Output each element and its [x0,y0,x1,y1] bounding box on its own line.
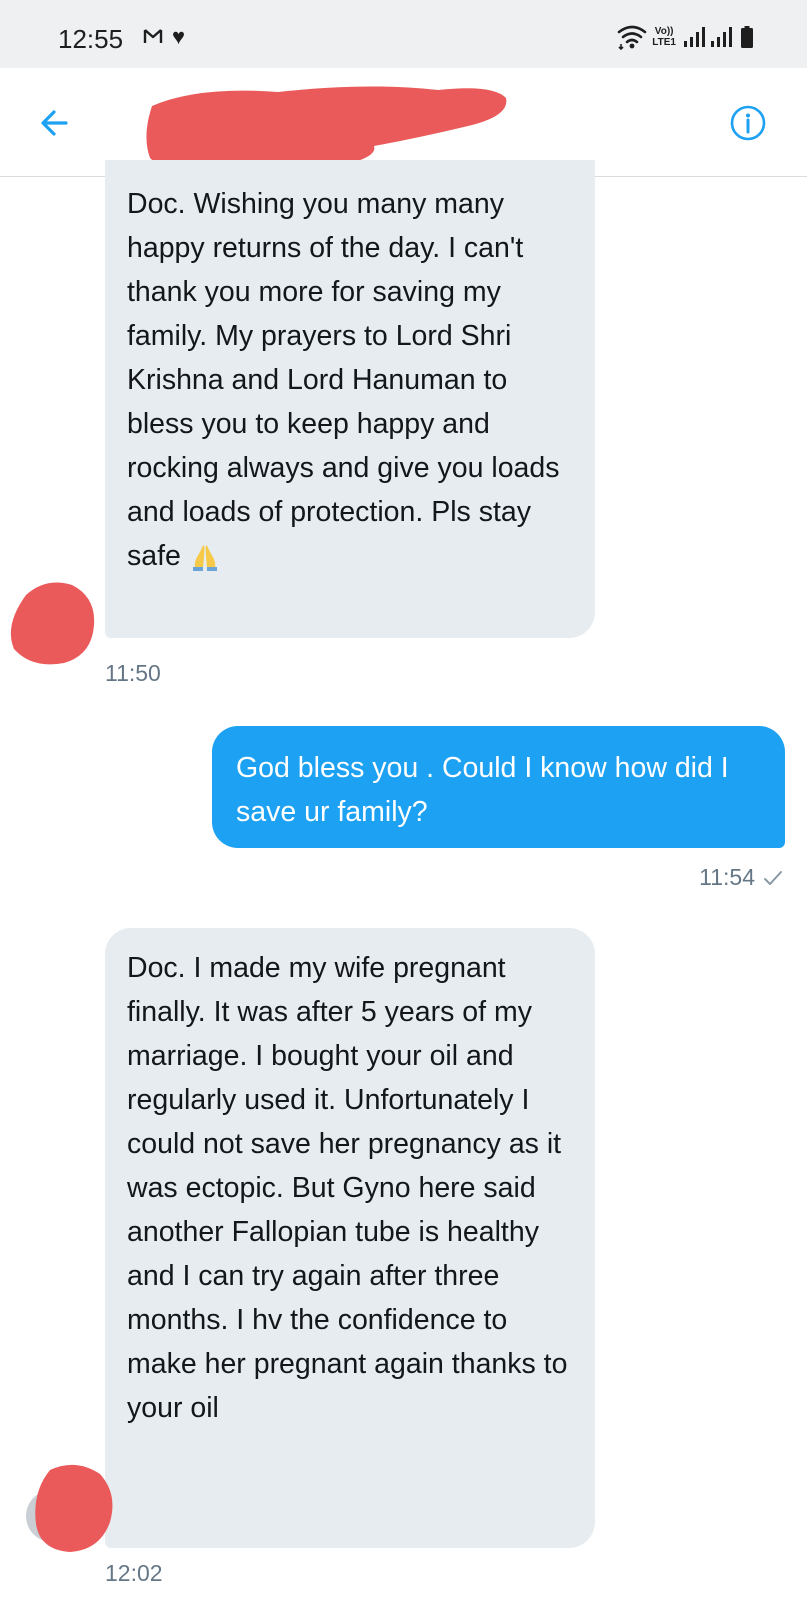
message-bubble-incoming[interactable]: Doc. Wishing you many many happy returns… [105,160,595,638]
status-icons: Vo)) LTE1 [617,22,753,52]
message-timestamp: 11:50 [105,660,161,686]
message-timestamp: 11:54 [699,864,755,890]
message-timestamp-row: 11:54 [699,864,783,891]
status-time: 12:55 [58,24,124,54]
check-icon [764,870,782,885]
redacted-avatar [10,582,95,665]
battery-icon [741,26,753,48]
volte-bottom-label: LTE1 [652,37,676,48]
message-text: Doc. Wishing you many many happy returns… [127,188,560,572]
heart-icon: ♥ [172,24,186,49]
gmail-icon [143,29,163,43]
arrow-left-icon[interactable] [36,104,74,142]
signal-icon [684,27,705,47]
message-bubble-outgoing[interactable]: God bless you . Could I know how did I s… [212,726,785,848]
status-bar: 12:55 ♥ Vo)) LTE1 [0,0,807,68]
message-timestamp: 12:02 [105,1560,163,1586]
message-text: God bless you . Could I know how did I s… [236,752,729,828]
message-text: Doc. I made my wife pregnant finally. It… [127,952,568,1424]
volte-icon: Vo)) LTE1 [652,26,676,48]
volte-top-label: Vo)) [654,26,674,37]
folded-hands-emoji [189,540,221,571]
redacted-avatar [26,1464,113,1552]
wifi-icon [617,25,647,50]
message-bubble-incoming[interactable]: Doc. I made my wife pregnant finally. It… [105,928,595,1548]
info-icon[interactable] [729,104,767,142]
signal-icon [711,27,732,47]
